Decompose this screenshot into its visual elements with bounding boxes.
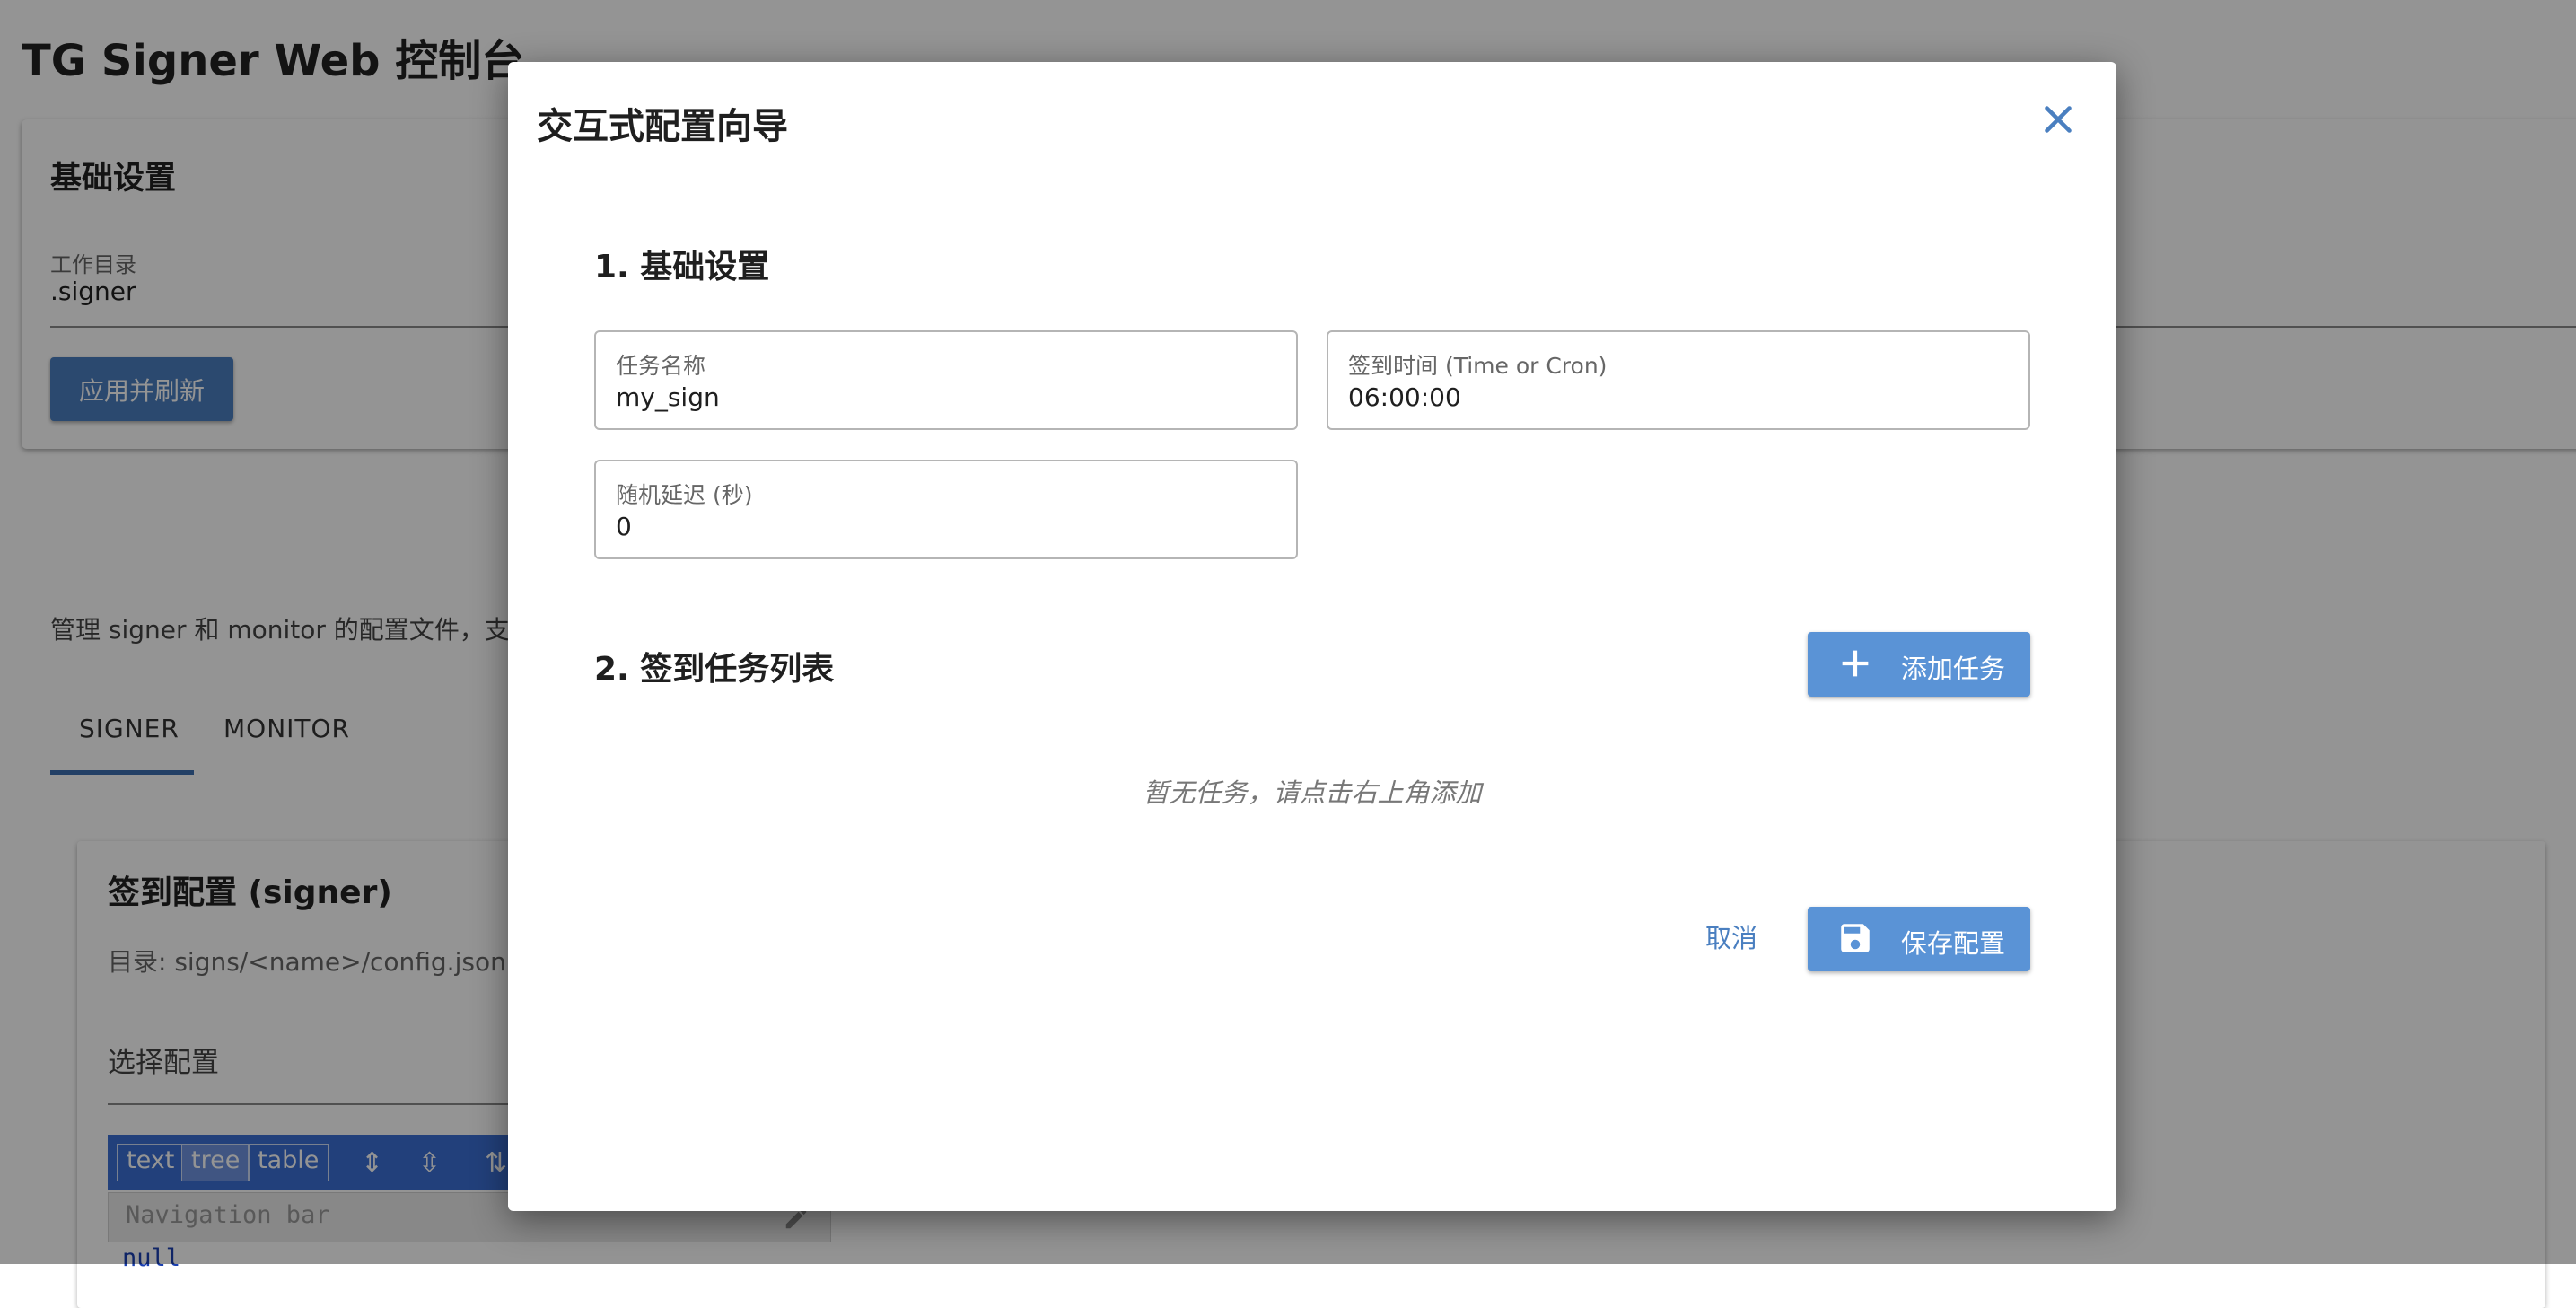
save-config-button[interactable]: 保存配置 — [1808, 907, 2030, 971]
random-delay-label: 随机延迟 (秒) — [616, 482, 753, 508]
sign-time-label: 签到时间 (Time or Cron) — [1348, 353, 1608, 379]
task-name-field[interactable]: 任务名称 — [594, 330, 1298, 430]
task-name-label: 任务名称 — [616, 353, 706, 379]
dialog-title: 交互式配置向导 — [537, 106, 788, 147]
sign-time-field[interactable]: 签到时间 (Time or Cron) — [1327, 330, 2030, 430]
close-icon[interactable] — [2036, 97, 2081, 142]
random-delay-field[interactable]: 随机延迟 (秒) — [594, 460, 1298, 559]
save-config-label: 保存配置 — [1901, 928, 2006, 959]
cancel-button[interactable]: 取消 — [1705, 917, 1757, 955]
floppy-disk-icon — [1841, 924, 1870, 952]
section-task-list-title: 2. 签到任务列表 — [594, 651, 835, 688]
random-delay-input[interactable] — [616, 512, 1244, 541]
empty-task-message: 暂无任务，请点击右上角添加 — [1143, 777, 1482, 808]
plus-icon — [1842, 650, 1869, 677]
task-name-input[interactable] — [616, 382, 1244, 412]
section-basic-settings-title: 1. 基础设置 — [594, 249, 770, 285]
add-task-label: 添加任务 — [1901, 654, 2006, 684]
sign-time-input[interactable] — [1348, 382, 1976, 412]
add-task-button[interactable]: 添加任务 — [1808, 632, 2030, 697]
